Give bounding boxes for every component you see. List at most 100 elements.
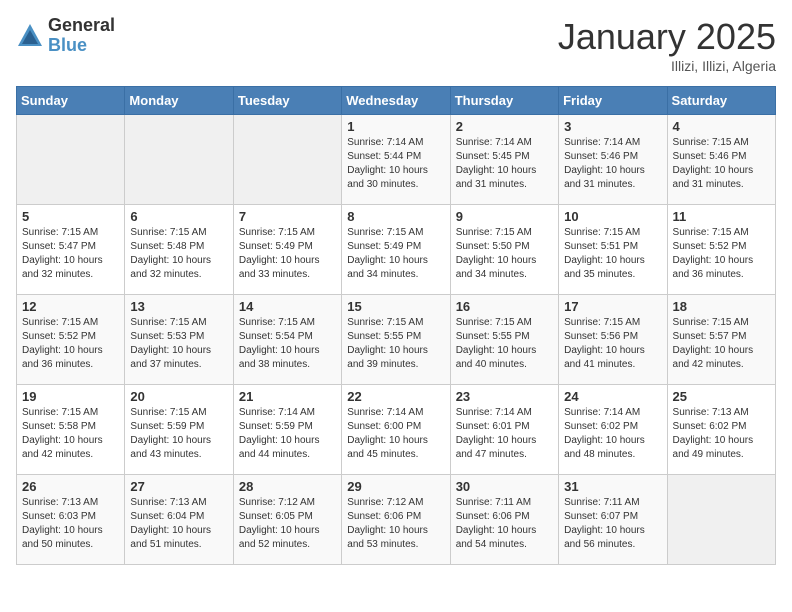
day-number: 24: [564, 389, 661, 404]
day-number: 29: [347, 479, 444, 494]
weekday-header-saturday: Saturday: [667, 87, 775, 115]
weekday-header-sunday: Sunday: [17, 87, 125, 115]
day-number: 18: [673, 299, 770, 314]
weekday-header-thursday: Thursday: [450, 87, 558, 115]
day-number: 13: [130, 299, 227, 314]
day-number: 10: [564, 209, 661, 224]
day-number: 4: [673, 119, 770, 134]
calendar-cell: 16 Sunrise: 7:15 AM Sunset: 5:55 PM Dayli…: [450, 295, 558, 385]
logo-blue: Blue: [48, 36, 115, 56]
day-info: Sunrise: 7:13 AM Sunset: 6:02 PM Dayligh…: [673, 406, 770, 462]
day-number: 14: [239, 299, 336, 314]
calendar-cell: 10 Sunrise: 7:15 AM Sunset: 5:51 PM Dayli…: [559, 205, 667, 295]
day-info: Sunrise: 7:15 AM Sunset: 5:49 PM Dayligh…: [347, 226, 444, 282]
week-row-4: 19 Sunrise: 7:15 AM Sunset: 5:58 PM Dayli…: [17, 385, 776, 475]
day-info: Sunrise: 7:14 AM Sunset: 5:46 PM Dayligh…: [564, 136, 661, 192]
logo-general: General: [48, 16, 115, 36]
location-subtitle: Illizi, Illizi, Algeria: [558, 58, 776, 74]
calendar-cell: 3Sunrise: 7:14 AM Sunset: 5:46 PM Daylig…: [559, 115, 667, 205]
day-info: Sunrise: 7:15 AM Sunset: 5:51 PM Dayligh…: [564, 226, 661, 282]
day-info: Sunrise: 7:15 AM Sunset: 5:50 PM Dayligh…: [456, 226, 553, 282]
calendar-cell: 12Sunrise: 7:15 AM Sunset: 5:52 PM Dayli…: [17, 295, 125, 385]
calendar-cell: 21 Sunrise: 7:14 AM Sunset: 5:59 PM Dayli…: [233, 385, 341, 475]
day-number: 26: [22, 479, 119, 494]
calendar-cell: 31Sunrise: 7:11 AM Sunset: 6:07 PM Dayli…: [559, 475, 667, 565]
calendar-cell: 11 Sunrise: 7:15 AM Sunset: 5:52 PM Dayli…: [667, 205, 775, 295]
day-number: 21: [239, 389, 336, 404]
weekday-header-monday: Monday: [125, 87, 233, 115]
calendar-cell: 5 Sunrise: 7:15 AM Sunset: 5:47 PM Daylig…: [17, 205, 125, 295]
calendar-cell: 1 Sunrise: 7:14 AM Sunset: 5:44 PM Daylig…: [342, 115, 450, 205]
calendar-cell: 2 Sunrise: 7:14 AM Sunset: 5:45 PM Daylig…: [450, 115, 558, 205]
day-info: Sunrise: 7:12 AM Sunset: 6:06 PM Dayligh…: [347, 496, 444, 552]
calendar-cell: [233, 115, 341, 205]
page-header: General Blue January 2025 Illizi, Illizi…: [16, 16, 776, 74]
calendar-cell: 17 Sunrise: 7:15 AM Sunset: 5:56 PM Dayli…: [559, 295, 667, 385]
day-info: Sunrise: 7:15 AM Sunset: 5:47 PM Dayligh…: [22, 226, 119, 282]
day-number: 19: [22, 389, 119, 404]
day-info: Sunrise: 7:12 AM Sunset: 6:05 PM Dayligh…: [239, 496, 336, 552]
day-number: 7: [239, 209, 336, 224]
day-info: Sunrise: 7:14 AM Sunset: 6:02 PM Dayligh…: [564, 406, 661, 462]
title-section: January 2025 Illizi, Illizi, Algeria: [558, 16, 776, 74]
calendar-cell: 9Sunrise: 7:15 AM Sunset: 5:50 PM Daylig…: [450, 205, 558, 295]
day-info: Sunrise: 7:14 AM Sunset: 6:00 PM Dayligh…: [347, 406, 444, 462]
day-info: Sunrise: 7:15 AM Sunset: 5:54 PM Dayligh…: [239, 316, 336, 372]
day-number: 23: [456, 389, 553, 404]
day-info: Sunrise: 7:13 AM Sunset: 6:03 PM Dayligh…: [22, 496, 119, 552]
weekday-header-wednesday: Wednesday: [342, 87, 450, 115]
day-number: 2: [456, 119, 553, 134]
day-number: 6: [130, 209, 227, 224]
calendar-cell: 15Sunrise: 7:15 AM Sunset: 5:55 PM Dayli…: [342, 295, 450, 385]
calendar-cell: 6 Sunrise: 7:15 AM Sunset: 5:48 PM Daylig…: [125, 205, 233, 295]
day-info: Sunrise: 7:14 AM Sunset: 5:45 PM Dayligh…: [456, 136, 553, 192]
calendar-cell: 4 Sunrise: 7:15 AM Sunset: 5:46 PM Daylig…: [667, 115, 775, 205]
calendar-cell: 24 Sunrise: 7:14 AM Sunset: 6:02 PM Dayli…: [559, 385, 667, 475]
calendar-cell: 7 Sunrise: 7:15 AM Sunset: 5:49 PM Daylig…: [233, 205, 341, 295]
day-number: 22: [347, 389, 444, 404]
calendar-cell: 22 Sunrise: 7:14 AM Sunset: 6:00 PM Dayli…: [342, 385, 450, 475]
day-number: 5: [22, 209, 119, 224]
logo: General Blue: [16, 16, 115, 56]
day-info: Sunrise: 7:15 AM Sunset: 5:56 PM Dayligh…: [564, 316, 661, 372]
day-number: 16: [456, 299, 553, 314]
day-info: Sunrise: 7:15 AM Sunset: 5:49 PM Dayligh…: [239, 226, 336, 282]
calendar-cell: 18Sunrise: 7:15 AM Sunset: 5:57 PM Dayli…: [667, 295, 775, 385]
day-number: 17: [564, 299, 661, 314]
day-number: 27: [130, 479, 227, 494]
day-info: Sunrise: 7:15 AM Sunset: 5:55 PM Dayligh…: [456, 316, 553, 372]
calendar-table: SundayMondayTuesdayWednesdayThursdayFrid…: [16, 86, 776, 565]
calendar-cell: 30 Sunrise: 7:11 AM Sunset: 6:06 PM Dayli…: [450, 475, 558, 565]
day-info: Sunrise: 7:15 AM Sunset: 5:48 PM Dayligh…: [130, 226, 227, 282]
calendar-cell: 20 Sunrise: 7:15 AM Sunset: 5:59 PM Dayli…: [125, 385, 233, 475]
day-number: 30: [456, 479, 553, 494]
week-row-5: 26 Sunrise: 7:13 AM Sunset: 6:03 PM Dayli…: [17, 475, 776, 565]
day-number: 31: [564, 479, 661, 494]
calendar-cell: 28 Sunrise: 7:12 AM Sunset: 6:05 PM Dayli…: [233, 475, 341, 565]
day-info: Sunrise: 7:15 AM Sunset: 5:59 PM Dayligh…: [130, 406, 227, 462]
logo-icon: [16, 22, 44, 50]
day-info: Sunrise: 7:15 AM Sunset: 5:52 PM Dayligh…: [22, 316, 119, 372]
day-info: Sunrise: 7:15 AM Sunset: 5:46 PM Dayligh…: [673, 136, 770, 192]
week-row-3: 12Sunrise: 7:15 AM Sunset: 5:52 PM Dayli…: [17, 295, 776, 385]
day-info: Sunrise: 7:15 AM Sunset: 5:58 PM Dayligh…: [22, 406, 119, 462]
month-title: January 2025: [558, 16, 776, 58]
weekday-header-row: SundayMondayTuesdayWednesdayThursdayFrid…: [17, 87, 776, 115]
day-number: 20: [130, 389, 227, 404]
day-info: Sunrise: 7:14 AM Sunset: 5:44 PM Dayligh…: [347, 136, 444, 192]
calendar-cell: [667, 475, 775, 565]
week-row-2: 5 Sunrise: 7:15 AM Sunset: 5:47 PM Daylig…: [17, 205, 776, 295]
week-row-1: 1 Sunrise: 7:14 AM Sunset: 5:44 PM Daylig…: [17, 115, 776, 205]
calendar-cell: [17, 115, 125, 205]
day-number: 25: [673, 389, 770, 404]
day-info: Sunrise: 7:14 AM Sunset: 5:59 PM Dayligh…: [239, 406, 336, 462]
calendar-cell: 8Sunrise: 7:15 AM Sunset: 5:49 PM Daylig…: [342, 205, 450, 295]
logo-text: General Blue: [48, 16, 115, 56]
weekday-header-friday: Friday: [559, 87, 667, 115]
day-number: 1: [347, 119, 444, 134]
day-info: Sunrise: 7:11 AM Sunset: 6:06 PM Dayligh…: [456, 496, 553, 552]
day-number: 28: [239, 479, 336, 494]
day-info: Sunrise: 7:15 AM Sunset: 5:52 PM Dayligh…: [673, 226, 770, 282]
calendar-cell: 27Sunrise: 7:13 AM Sunset: 6:04 PM Dayli…: [125, 475, 233, 565]
day-number: 11: [673, 209, 770, 224]
